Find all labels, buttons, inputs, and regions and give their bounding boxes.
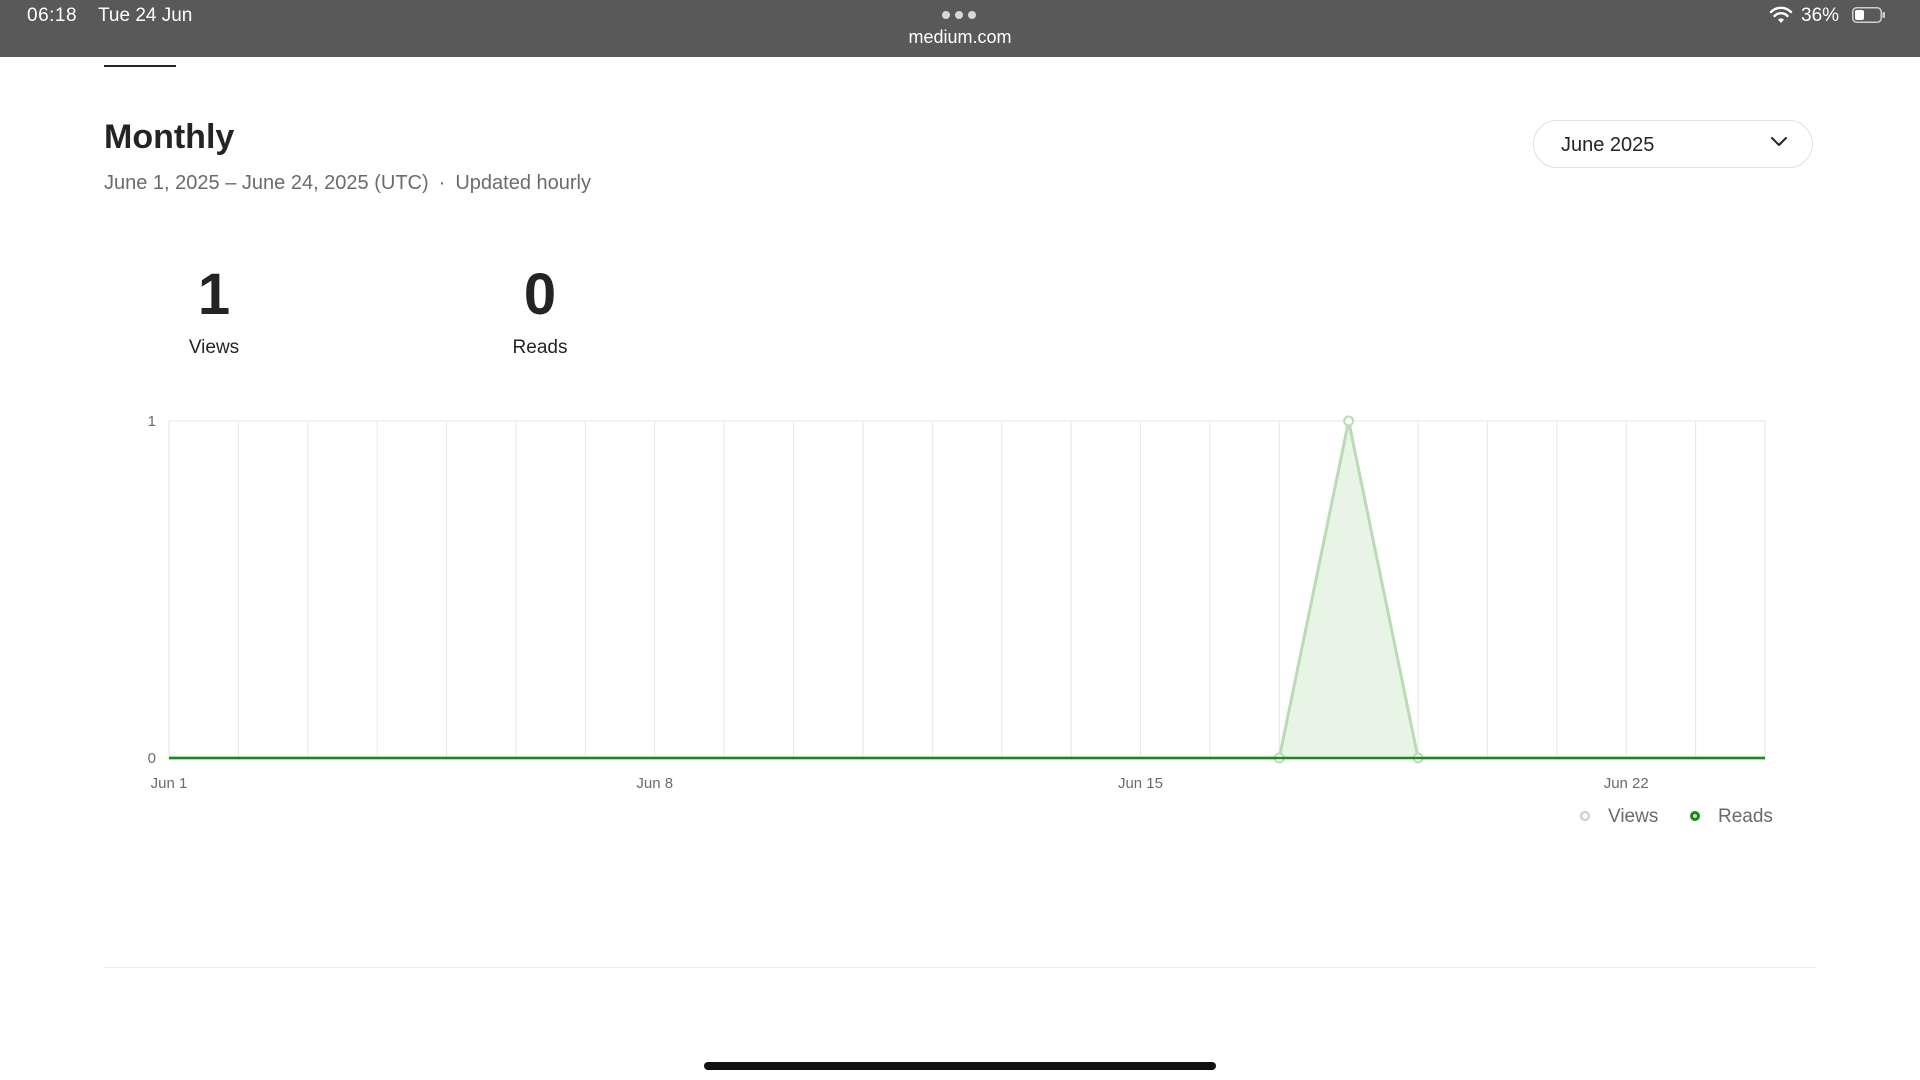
views-label: Views	[188, 337, 240, 358]
views-point	[1343, 415, 1355, 427]
home-indicator[interactable]	[704, 1062, 1216, 1070]
legend-reads-marker	[1690, 811, 1700, 821]
y-tick-label: 1	[148, 413, 156, 430]
separator-dot: ·	[438, 172, 446, 194]
active-tab-indicator	[104, 65, 176, 67]
month-select-value: June 2025	[1561, 134, 1655, 156]
x-tick-label: Jun 8	[636, 775, 673, 792]
chevron-down-icon	[1771, 137, 1787, 146]
stats-chart: 0 1 Jun 1 Jun 8 Jun 15 Jun 22	[148, 413, 1766, 792]
battery-icon	[1852, 7, 1885, 23]
date-range: June 1, 2025 – June 24, 2025 (UTC)	[104, 172, 429, 194]
date-range-subtitle: June 1, 2025 – June 24, 2025 (UTC) · Updat…	[104, 172, 591, 195]
y-tick-label: 0	[148, 750, 156, 767]
x-tick-label: Jun 1	[151, 775, 188, 792]
wifi-icon	[1769, 6, 1793, 23]
views-count: 1	[197, 262, 231, 327]
section-divider	[104, 967, 1816, 968]
more-dots-icon[interactable]	[942, 11, 980, 19]
status-time: 06:18	[27, 5, 78, 26]
reads-label: Reads	[512, 337, 568, 358]
x-tick-label: Jun 15	[1118, 775, 1163, 792]
views-line	[169, 419, 1765, 760]
reads-stat: 0 Reads	[460, 263, 620, 359]
battery-percentage: 36%	[1801, 5, 1840, 26]
status-bar: 06:18 Tue 24 Jun medium.com 36%	[0, 0, 1920, 57]
legend-views-label: Views	[1608, 806, 1659, 827]
x-tick-label: Jun 22	[1604, 775, 1649, 792]
page-title: Monthly	[104, 118, 235, 156]
views-stat: 1 Views	[134, 263, 294, 359]
month-select[interactable]: June 2025	[1533, 120, 1813, 168]
address-url[interactable]: medium.com	[0, 27, 1920, 48]
legend-reads-label: Reads	[1718, 806, 1773, 827]
reads-count: 0	[523, 262, 557, 327]
update-note: Updated hourly	[455, 172, 591, 194]
views-area	[169, 421, 1765, 758]
legend-views-marker	[1580, 811, 1590, 821]
status-date: Tue 24 Jun	[98, 5, 193, 26]
